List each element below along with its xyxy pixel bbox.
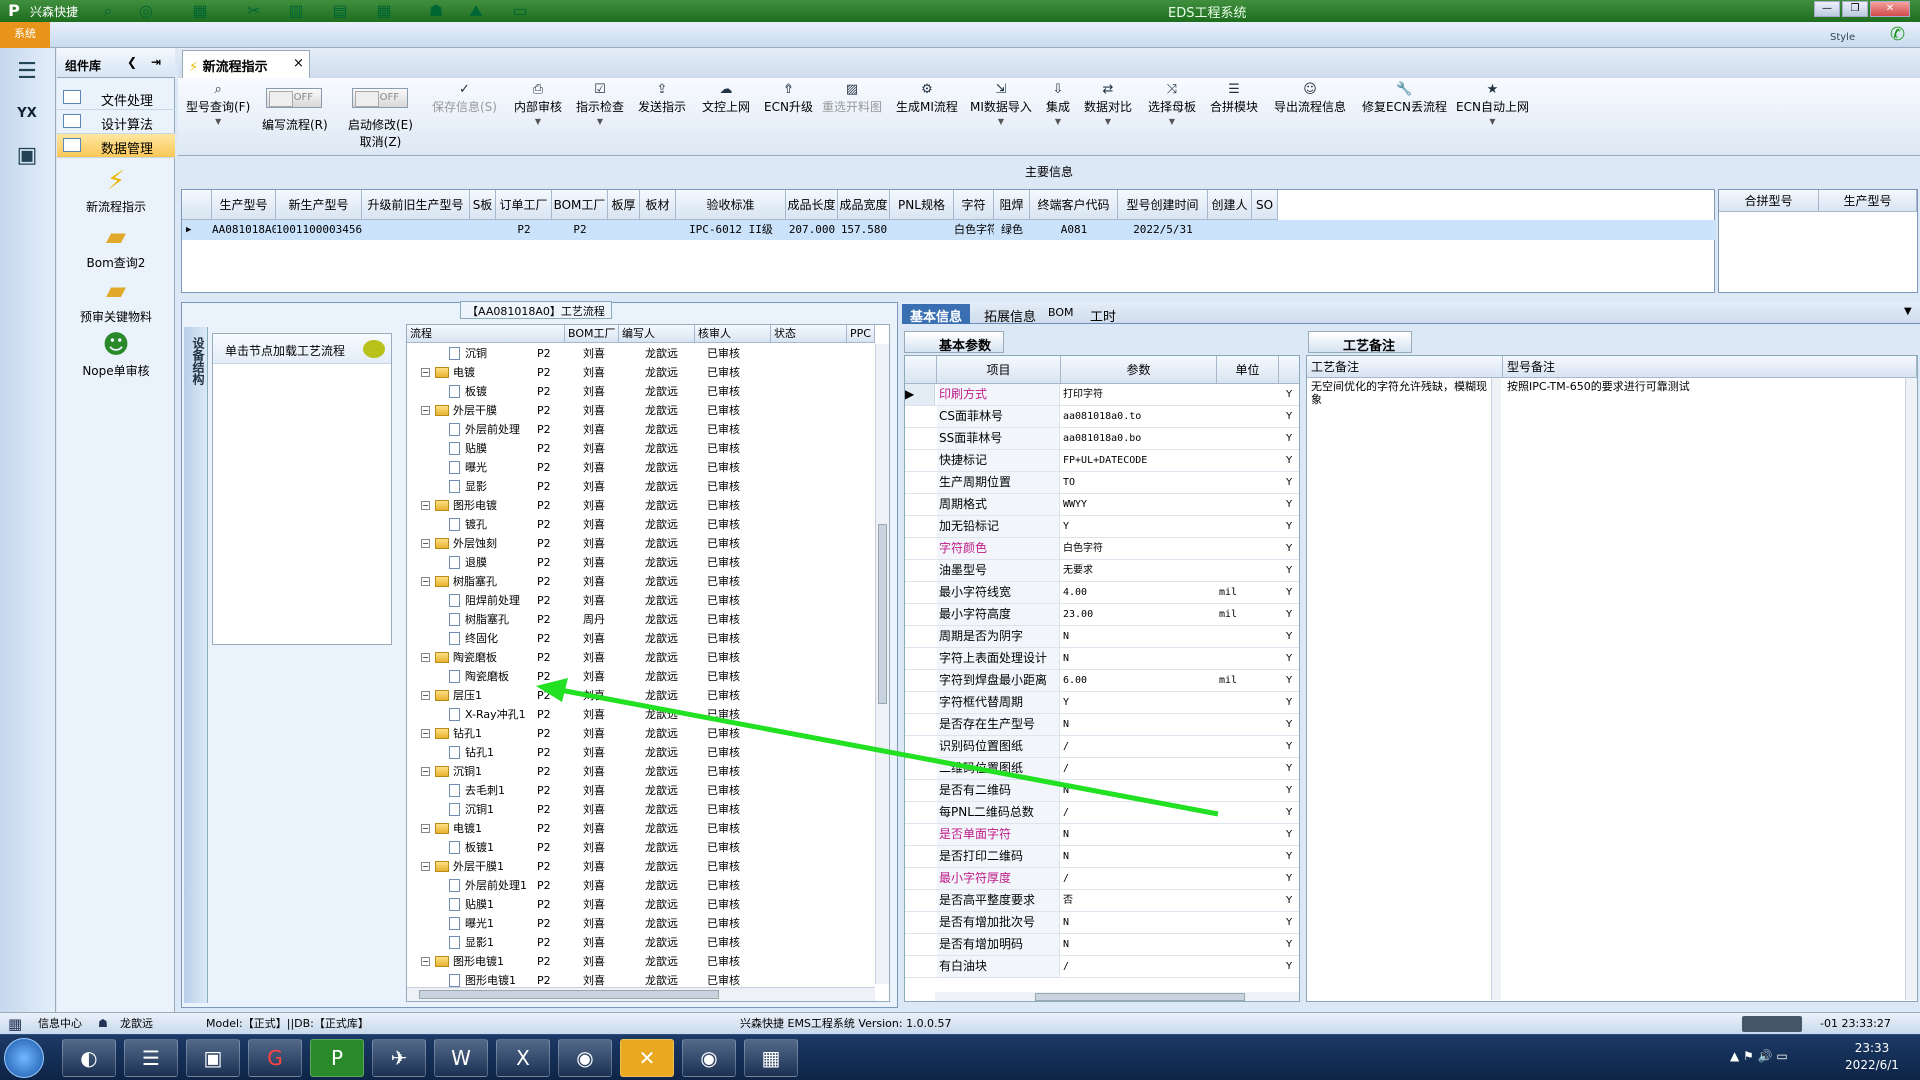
- status-time: -01 23:33:27: [1820, 1017, 1891, 1030]
- network-app-icon[interactable]: ◉: [682, 1039, 736, 1077]
- os-taskbar: ◐ ☰ ▣ G P ✈ W X ◉ ✕ ◉ ▦ ▲ ⚑ 🔊 ▭ 23:33 202…: [0, 1034, 1920, 1080]
- chat-app-icon[interactable]: ✈: [372, 1039, 426, 1077]
- system-tray[interactable]: ▲ ⚑ 🔊 ▭: [1730, 1049, 1788, 1063]
- arrow-head: [536, 678, 568, 702]
- grid-icon: ▦: [8, 1015, 23, 1033]
- status-bar: ▦ 信息中心 ☗ 龙歆远 Model:【正式】||DB:【正式库】 兴森快捷 E…: [0, 1012, 1920, 1034]
- clock-time: 23:33: [1854, 1041, 1890, 1055]
- model-db-status: Model:【正式】||DB:【正式库】: [206, 1017, 369, 1030]
- save-app-icon[interactable]: ▣: [186, 1039, 240, 1077]
- calendar-app-icon[interactable]: ▦: [744, 1039, 798, 1077]
- language-bar[interactable]: [1742, 1016, 1802, 1032]
- clock[interactable]: 23:33 2022/6/1: [1832, 1040, 1912, 1074]
- shell-app-icon[interactable]: ◐: [62, 1039, 116, 1077]
- excel-app-icon[interactable]: X: [496, 1039, 550, 1077]
- user-icon: ☗: [98, 1017, 108, 1030]
- red-app-icon[interactable]: G: [248, 1039, 302, 1077]
- word-app-icon[interactable]: W: [434, 1039, 488, 1077]
- x-app-icon[interactable]: ✕: [620, 1039, 674, 1077]
- arrow-line: [559, 687, 1219, 817]
- clock-date: 2022/6/1: [1845, 1058, 1899, 1072]
- annotation-arrow: [536, 678, 1219, 817]
- eye-app-icon[interactable]: ◉: [558, 1039, 612, 1077]
- current-user: 龙歆远: [120, 1017, 153, 1030]
- version-info: 兴森快捷 EMS工程系统 Version: 1.0.0.57: [740, 1017, 952, 1030]
- info-center-link[interactable]: 信息中心: [38, 1013, 82, 1035]
- start-button[interactable]: [4, 1038, 44, 1078]
- notepad-app-icon[interactable]: ☰: [124, 1039, 178, 1077]
- eds-app-icon[interactable]: P: [310, 1039, 364, 1077]
